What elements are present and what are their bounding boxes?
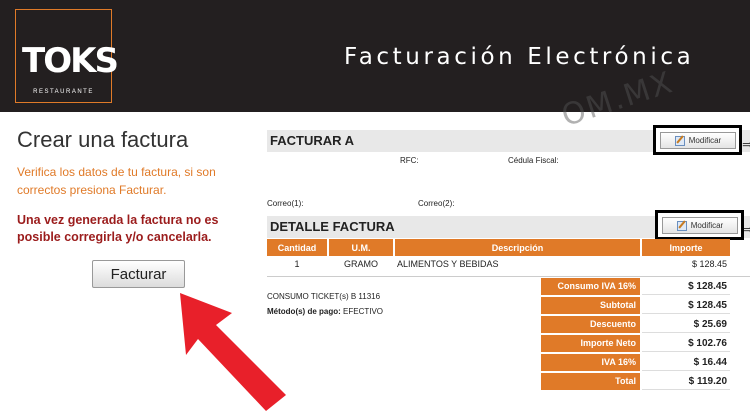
total-label-neto: Importe Neto [541, 335, 640, 352]
total-value-consumo: $ 128.45 [642, 278, 730, 295]
total-label-total: Total [541, 373, 640, 390]
cedula-label: Cédula Fiscal: [508, 156, 559, 165]
row-divider [267, 276, 750, 277]
metodo-label: Método(s) de pago: [267, 307, 341, 316]
verify-note: Verifica los datos de tu factura, si son… [17, 165, 216, 197]
cursor-edge: ⇒ [742, 221, 750, 237]
page-title: Crear una factura [17, 127, 189, 152]
rfc-label: RFC: [400, 156, 419, 165]
logo-subtitle: RESTAURANTE [33, 89, 94, 95]
modify-label: Modificar [688, 136, 722, 145]
modify-highlight-1: Modificar [653, 125, 742, 155]
edit-icon [676, 220, 687, 231]
modify-label: Modificar [690, 221, 724, 230]
correo2-label: Correo(2): [418, 199, 455, 208]
detalle-title: DETALLE FACTURA [270, 219, 395, 234]
warning-text: Una vez generada la factura no es posibl… [17, 213, 219, 244]
edit-icon [674, 135, 685, 146]
col-cantidad: Cantidad [267, 239, 327, 256]
cell-um: GRAMO [343, 259, 378, 269]
col-importe: Importe [642, 239, 730, 256]
col-um: U.M. [329, 239, 393, 256]
total-value-subtotal: $ 128.45 [642, 297, 730, 314]
col-descripcion: Descripción [395, 239, 640, 256]
total-value-neto: $ 102.76 [642, 335, 730, 352]
modify-button-facturar-a[interactable]: Modificar [660, 132, 736, 149]
facturar-a-title: FACTURAR A [270, 133, 355, 148]
correo1-label: Correo(1): [267, 199, 304, 208]
page-header-title: Facturación Electrónica [344, 44, 695, 70]
modify-button-detalle[interactable]: Modificar [662, 217, 738, 234]
cell-cantidad: 1 [294, 259, 300, 269]
modify-highlight-2: Modificar [655, 210, 744, 240]
red-arrow-icon [180, 293, 286, 411]
consumo-ticket: CONSUMO TICKET(s) B 11316 [267, 292, 381, 301]
logo-text: TOKS [22, 41, 119, 81]
cursor-edge: ⇒ [742, 136, 750, 152]
total-value-total: $ 119.20 [642, 373, 730, 390]
total-value-descuento: $ 25.69 [642, 316, 730, 333]
total-label-subtotal: Subtotal [541, 297, 640, 314]
metodo-pago: Método(s) de pago: EFECTIVO [267, 307, 383, 316]
cell-descripcion: ALIMENTOS Y BEBIDAS [397, 259, 499, 269]
total-label-descuento: Descuento [541, 316, 640, 333]
metodo-value: EFECTIVO [343, 307, 384, 316]
cell-importe: $ 128.45 [691, 259, 727, 269]
total-label-iva: IVA 16% [541, 354, 640, 371]
total-value-iva: $ 16.44 [642, 354, 730, 371]
total-label-consumo: Consumo IVA 16% [541, 278, 640, 295]
toks-logo: TOKS RESTAURANTE [15, 9, 119, 103]
